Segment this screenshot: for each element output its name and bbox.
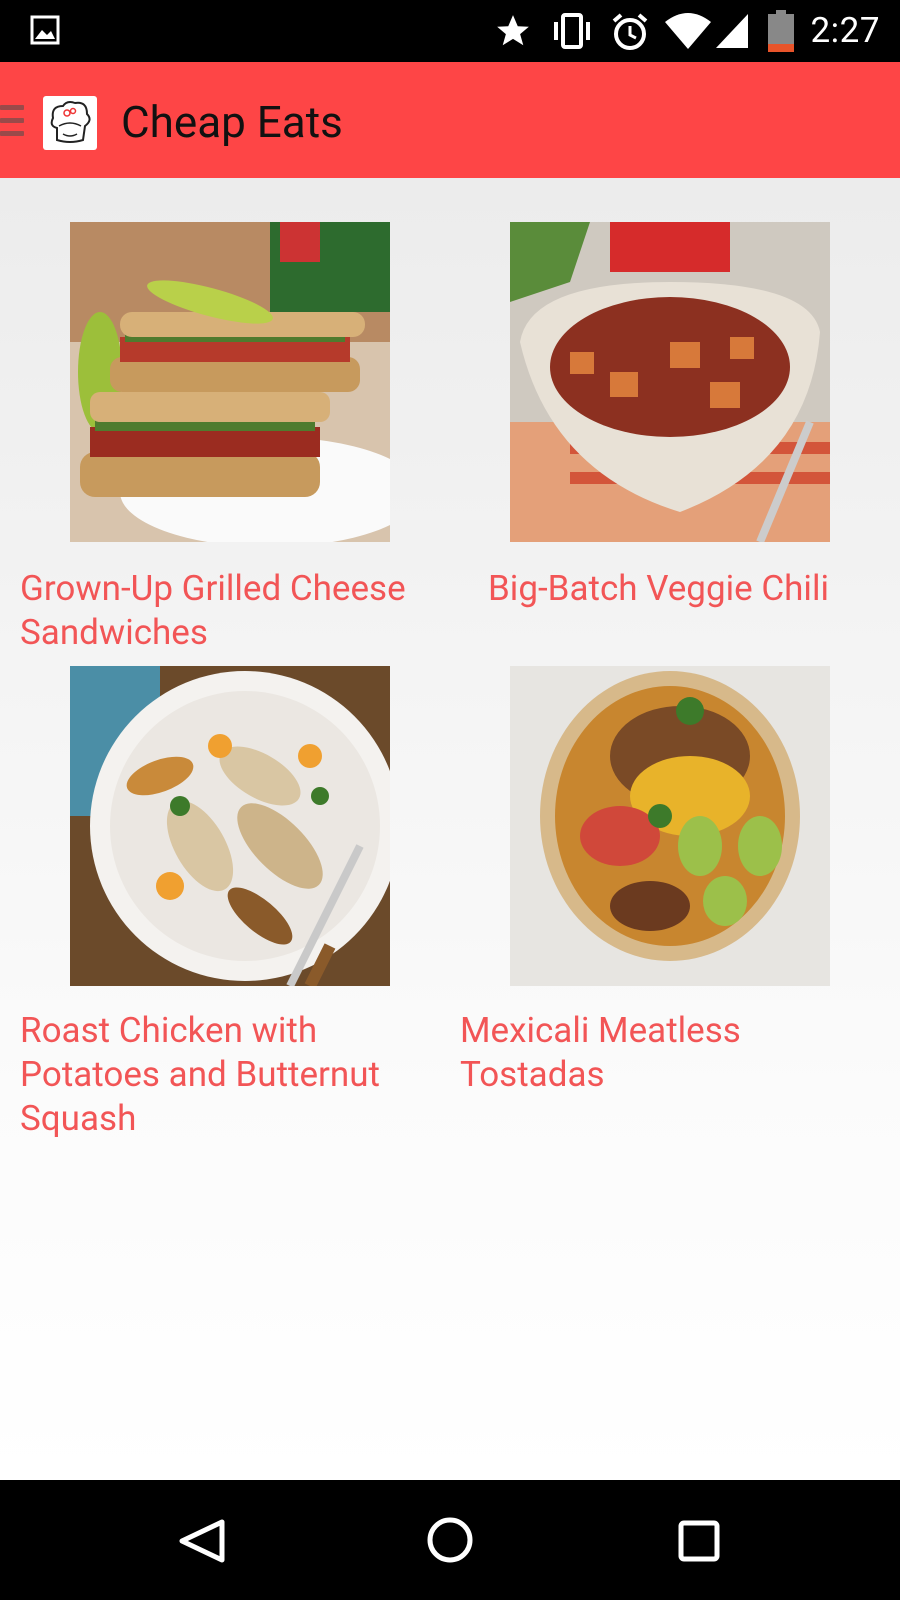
image-icon: [30, 15, 60, 45]
star-icon: [497, 15, 529, 46]
signal-icon: [716, 14, 748, 48]
status-time: 2:27: [810, 10, 880, 51]
status-bar: 2:27: [0, 0, 900, 62]
recipe-card[interactable]: Roast Chicken with Potatoes and Butternu…: [0, 618, 450, 1139]
recipe-title[interactable]: Mexicali Meatless Tostadas: [460, 1009, 741, 1097]
wifi-icon: [665, 13, 711, 49]
recipe-grid: Grown-Up Grilled Cheese Sandwiches Big-B…: [0, 178, 900, 1480]
recipe-image-tostadas[interactable]: [510, 666, 830, 986]
home-icon[interactable]: [390, 1480, 510, 1600]
menu-icon[interactable]: [0, 105, 24, 137]
recipe-image-grilled-cheese[interactable]: [70, 222, 390, 542]
alarm-icon: [612, 13, 648, 50]
recipe-card[interactable]: Grown-Up Grilled Cheese Sandwiches: [0, 178, 450, 653]
recents-icon[interactable]: [640, 1480, 760, 1600]
recipe-image-roast-chicken[interactable]: [70, 666, 390, 986]
recipe-title[interactable]: Roast Chicken with Potatoes and Butternu…: [20, 1009, 380, 1141]
navigation-bar: [0, 1480, 900, 1600]
battery-icon: [768, 10, 794, 52]
recipe-title[interactable]: Big-Batch Veggie Chili: [488, 567, 829, 611]
recipe-image-veggie-chili[interactable]: [510, 222, 830, 542]
recipe-card[interactable]: Mexicali Meatless Tostadas: [450, 618, 900, 1118]
vibrate-icon: [554, 13, 590, 49]
app-title: Cheap Eats: [121, 96, 343, 148]
chef-logo-icon[interactable]: [43, 96, 97, 150]
back-icon[interactable]: [140, 1480, 260, 1600]
recipe-card[interactable]: Big-Batch Veggie Chili: [450, 178, 900, 618]
app-bar: Cheap Eats: [0, 62, 900, 178]
